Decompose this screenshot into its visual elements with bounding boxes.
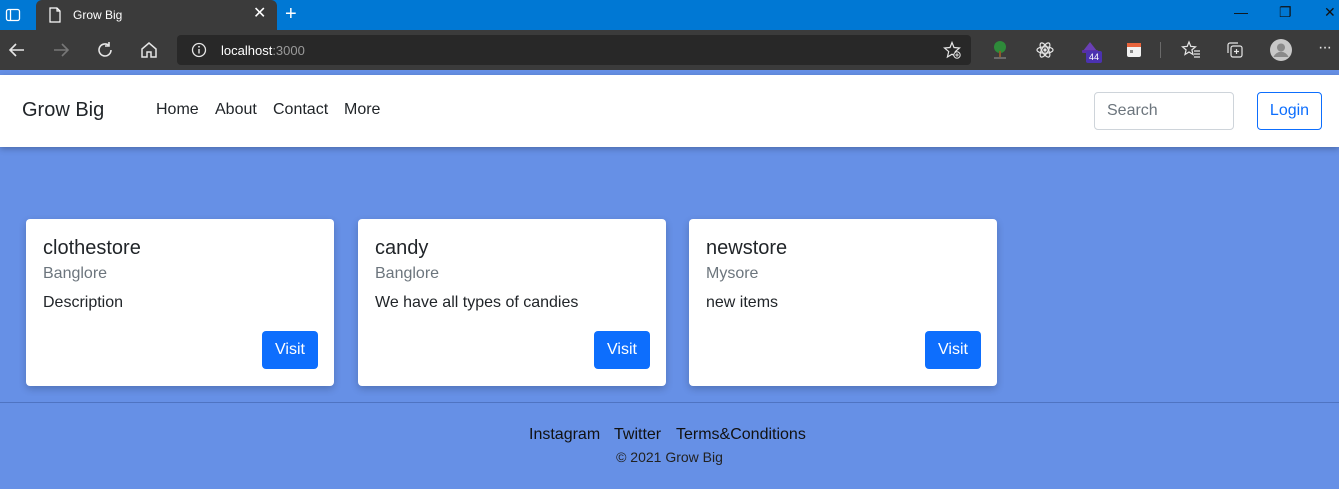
tree-extension-icon[interactable] [990, 40, 1010, 60]
page-icon [49, 7, 61, 23]
store-card: newstore Mysore new items Visit [689, 219, 997, 386]
card-description: new items [706, 294, 779, 311]
store-card: clothestore Banglore Description Visit [26, 219, 334, 386]
store-card: candy Banglore We have all types of cand… [358, 219, 666, 386]
forward-icon[interactable] [50, 39, 72, 61]
refresh-icon[interactable] [94, 39, 116, 61]
browser-tab[interactable]: Grow Big ✕ [36, 0, 277, 30]
brand-logo[interactable]: Grow Big [22, 99, 104, 122]
minimize-button[interactable]: — [1234, 4, 1248, 20]
favorites-icon[interactable] [1181, 40, 1201, 60]
calendar-extension-icon[interactable] [1124, 40, 1144, 60]
nav-link-contact[interactable]: Contact [273, 101, 328, 119]
nav-link-home[interactable]: Home [156, 101, 199, 119]
login-button[interactable]: Login [1257, 92, 1322, 130]
new-tab-button[interactable]: + [285, 4, 297, 24]
footer-divider [0, 402, 1339, 403]
url-port: :3000 [272, 43, 305, 58]
card-title: newstore [706, 237, 788, 259]
url-text: localhost:3000 [221, 43, 305, 58]
browser-toolbar: localhost:3000 44 ··· [0, 30, 1339, 70]
react-devtools-icon[interactable] [1035, 40, 1055, 60]
collections-icon[interactable] [1225, 40, 1245, 60]
toolbar-divider [1160, 42, 1161, 58]
tab-close-icon[interactable]: ✕ [253, 6, 266, 22]
extension-with-badge-icon[interactable]: 44 [1080, 38, 1104, 63]
back-icon[interactable] [6, 39, 28, 61]
copyright-text: © 2021 Grow Big [616, 449, 723, 465]
info-icon[interactable] [191, 42, 207, 58]
card-location: Banglore [375, 265, 440, 282]
visit-button[interactable]: Visit [925, 331, 981, 369]
card-title: clothestore [43, 237, 141, 259]
tab-title: Grow Big [73, 8, 123, 22]
footer-link-twitter[interactable]: Twitter [614, 426, 661, 444]
visit-button[interactable]: Visit [262, 331, 318, 369]
footer-link-instagram[interactable]: Instagram [529, 426, 600, 444]
card-title: candy [375, 237, 429, 259]
card-description: We have all types of candies [375, 294, 579, 311]
search-input[interactable] [1094, 92, 1234, 130]
tab-actions-icon[interactable] [5, 7, 21, 23]
site-navbar: Grow Big Home About Contact More Login [0, 75, 1339, 147]
extension-badge: 44 [1086, 51, 1103, 63]
home-icon[interactable] [138, 39, 160, 61]
card-location: Banglore [43, 265, 108, 282]
profile-avatar-icon[interactable] [1269, 38, 1293, 62]
address-bar[interactable]: localhost:3000 [177, 35, 971, 65]
add-favorite-icon[interactable] [943, 41, 961, 59]
browser-tabstrip: Grow Big ✕ + — ❐ ✕ [0, 0, 1339, 30]
nav-link-about[interactable]: About [215, 101, 257, 119]
settings-more-icon[interactable]: ··· [1318, 39, 1332, 57]
close-window-button[interactable]: ✕ [1324, 4, 1336, 21]
visit-button[interactable]: Visit [594, 331, 650, 369]
url-host: localhost [221, 43, 273, 58]
card-location: Mysore [706, 265, 759, 282]
restore-button[interactable]: ❐ [1279, 4, 1292, 21]
nav-link-more[interactable]: More [344, 101, 380, 119]
card-description: Description [43, 294, 124, 311]
footer-link-terms[interactable]: Terms&Conditions [676, 426, 806, 444]
